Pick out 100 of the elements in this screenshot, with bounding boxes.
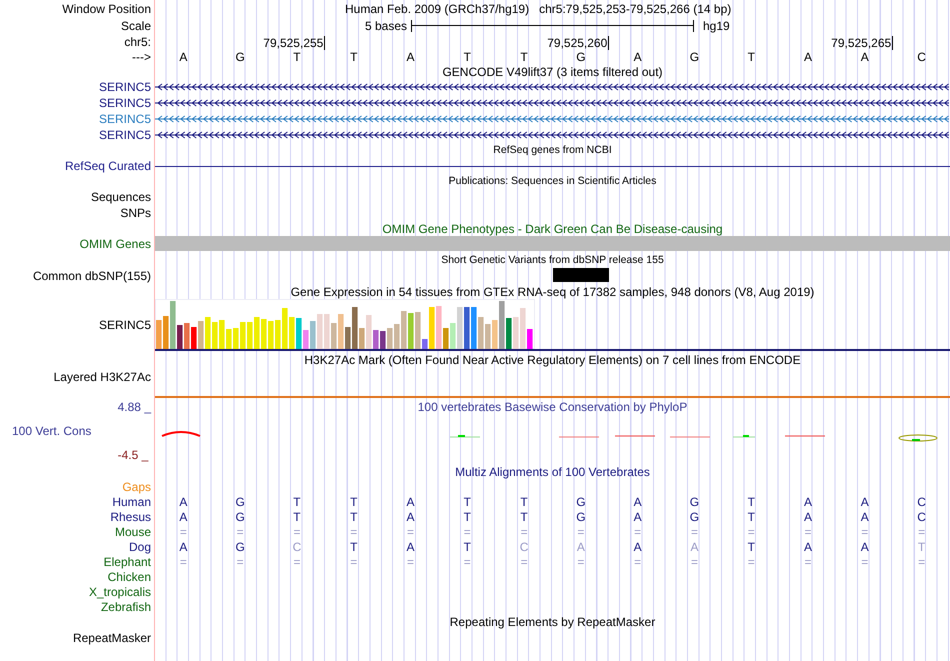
- aligned-base: =: [462, 526, 472, 538]
- aligned-base: A: [689, 540, 700, 552]
- aligned-base: T: [462, 496, 472, 508]
- aligned-base: =: [349, 556, 358, 568]
- sequence-base: G: [234, 51, 246, 63]
- track-title: Repeating Elements by RepeatMasker: [450, 616, 656, 628]
- transcript-label[interactable]: SERINC5: [98, 129, 151, 141]
- aligned-base: =: [406, 526, 416, 538]
- aligned-base: T: [349, 510, 358, 522]
- species-label[interactable]: Zebrafish: [100, 600, 151, 612]
- aligned-base: =: [406, 556, 416, 568]
- aligned-base: =: [236, 526, 245, 538]
- aligned-base: C: [518, 540, 530, 552]
- aligned-base: =: [690, 556, 699, 568]
- aligned-base: G: [688, 510, 700, 522]
- aligned-base: A: [406, 496, 416, 508]
- aligned-base: G: [688, 496, 700, 508]
- aligned-base: G: [234, 496, 246, 508]
- aligned-base: C: [292, 540, 302, 552]
- sequence-base: G: [575, 51, 587, 63]
- track-title: GENCODE V49lift37 (3 items filtered out): [442, 66, 663, 78]
- track-title: H3K27Ac Mark (Often Found Near Active Regulatory Elements) on 7 cell lines from ENCODE: [304, 354, 801, 366]
- species-label[interactable]: Rhesus: [110, 510, 151, 522]
- track-label[interactable]: Layered H3K27Ac: [54, 371, 151, 383]
- aligned-base: =: [690, 526, 699, 538]
- aligned-base: A: [803, 510, 814, 522]
- aligned-base: =: [520, 526, 529, 538]
- sequence-base: A: [178, 51, 188, 63]
- aligned-base: T: [462, 540, 472, 552]
- track-title: 100 vertebrates Basewise Conservation by PhyloP: [418, 401, 688, 413]
- track-label[interactable]: Common dbSNP(155): [32, 270, 151, 282]
- aligned-base: =: [292, 556, 302, 568]
- aligned-base: T: [349, 540, 358, 552]
- aligned-base: =: [746, 556, 756, 568]
- axis-max-label: 4.88 _: [118, 401, 151, 413]
- species-label[interactable]: Dog: [128, 540, 151, 552]
- transcript-label[interactable]: SERINC5: [98, 97, 151, 109]
- aligned-base: =: [576, 556, 586, 568]
- row-label: chr5:: [124, 36, 151, 48]
- aligned-base: =: [633, 526, 642, 538]
- aligned-base: =: [292, 526, 302, 538]
- aligned-base: =: [746, 526, 756, 538]
- track-label[interactable]: 100 Vert. Cons: [12, 425, 92, 437]
- track-label[interactable]: SERINC5: [98, 319, 151, 331]
- aligned-base: =: [236, 556, 245, 568]
- aligned-base: T: [916, 540, 926, 552]
- species-label[interactable]: Human: [112, 496, 151, 508]
- transcript-label[interactable]: SERINC5: [98, 81, 151, 93]
- aligned-base: G: [575, 510, 587, 522]
- aligned-base: A: [178, 510, 188, 522]
- aligned-base: G: [234, 510, 246, 522]
- sequence-base: A: [632, 51, 643, 63]
- aligned-base: G: [575, 496, 587, 508]
- sequence-base: A: [803, 51, 814, 63]
- ruler-tick: 79,525,265: [831, 36, 894, 50]
- aligned-base: T: [519, 510, 529, 522]
- track-title: Short Genetic Variants from dbSNP release 155: [441, 254, 664, 266]
- aligned-base: T: [349, 496, 358, 508]
- position-text: chr5:79,525,253-79,525,266 (14 bp): [539, 2, 732, 14]
- species-label[interactable]: Chicken: [108, 570, 151, 582]
- species-label[interactable]: X_tropicalis: [88, 586, 151, 598]
- species-label[interactable]: Mouse: [114, 526, 151, 538]
- track-title: OMIM Gene Phenotypes - Dark Green Can Be Disease-causing: [382, 222, 723, 234]
- sequence-base: A: [406, 51, 416, 63]
- sequence-base: T: [349, 51, 358, 63]
- species-label[interactable]: Elephant: [104, 556, 151, 568]
- aligned-base: C: [916, 510, 927, 522]
- aligned-base: A: [576, 540, 586, 552]
- aligned-base: =: [178, 526, 188, 538]
- aligned-base: A: [860, 510, 870, 522]
- track-label[interactable]: RepeatMasker: [72, 632, 151, 644]
- aligned-base: =: [917, 556, 926, 568]
- aligned-base: =: [804, 556, 813, 568]
- aligned-base: =: [804, 526, 813, 538]
- aligned-base: =: [178, 556, 188, 568]
- track-title: Publications: Sequences in Scientific Articles: [448, 176, 656, 187]
- axis-min-label: -4.5 _: [118, 449, 150, 461]
- ruler-tick: 79,525,255: [263, 36, 326, 50]
- sequence-base: T: [519, 51, 529, 63]
- aligned-base: =: [860, 556, 870, 568]
- track-title: RefSeq genes from NCBI: [493, 145, 612, 156]
- aligned-base: C: [916, 496, 927, 508]
- row-label: --->: [132, 51, 151, 63]
- track-label[interactable]: OMIM Genes: [80, 238, 151, 250]
- aligned-base: A: [406, 510, 416, 522]
- track-label[interactable]: SNPs: [120, 207, 151, 219]
- sequence-base: C: [916, 51, 927, 63]
- sequence-base: A: [860, 51, 870, 63]
- scale-text: 5 bases: [364, 20, 408, 32]
- row-label: Scale: [120, 20, 151, 32]
- track-label[interactable]: Sequences: [90, 191, 151, 203]
- aligned-base: T: [746, 510, 756, 522]
- aligned-base: =: [860, 526, 870, 538]
- expression-bars-drawing[interactable]: [155, 299, 535, 349]
- aligned-base: T: [292, 510, 302, 522]
- track-label[interactable]: RefSeq Curated: [64, 160, 151, 172]
- aligned-base: A: [632, 510, 643, 522]
- aligned-base: A: [860, 540, 870, 552]
- transcript-label[interactable]: SERINC5: [98, 113, 151, 125]
- sequence-base: T: [462, 51, 472, 63]
